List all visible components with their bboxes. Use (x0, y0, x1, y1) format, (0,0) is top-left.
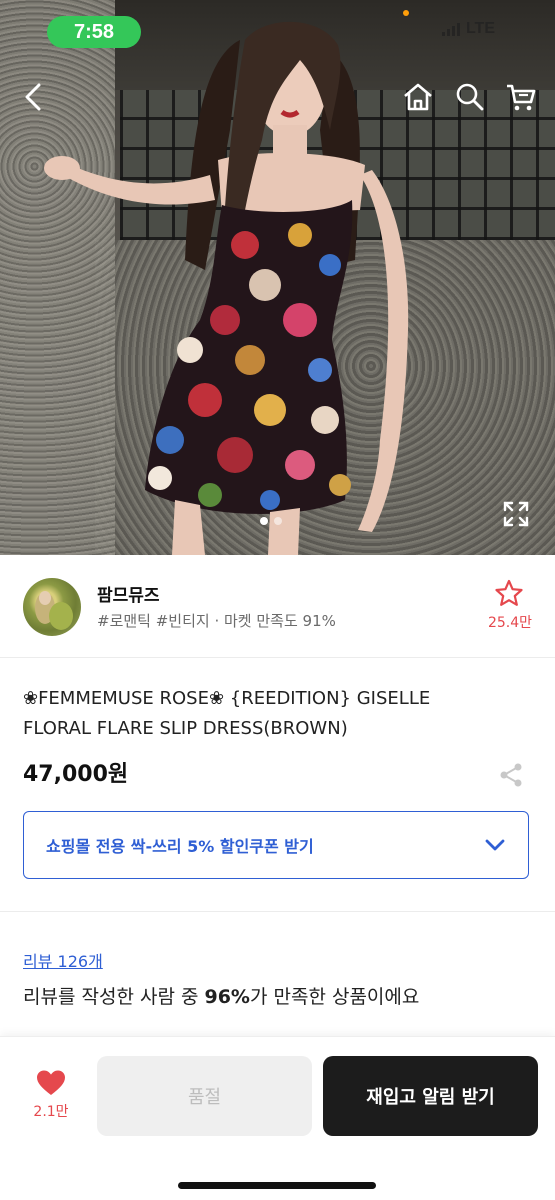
review-summary-suffix: 가 만족한 상품이에요 (249, 986, 420, 1008)
like-count: 2.1만 (33, 1104, 69, 1120)
status-network: LTE (441, 20, 495, 38)
search-icon[interactable] (453, 80, 487, 114)
network-type: LTE (465, 20, 495, 37)
product-title: ❀FEMMEMUSE ROSE❀ {REEDITION} GISELLE FLO… (23, 688, 431, 739)
home-indicator (178, 1182, 376, 1189)
chevron-left-icon[interactable] (16, 80, 50, 114)
seller-section[interactable]: 팜므뮤즈 #로맨틱 #빈티지 · 마켓 만족도 91% 25.4만 (0, 555, 555, 658)
home-icon[interactable] (401, 80, 435, 114)
product-info: ❀FEMMEMUSE ROSE❀ {REEDITION} GISELLE FLO… (0, 658, 555, 912)
gallery-dot-active (260, 517, 268, 525)
heart-icon[interactable] (36, 1069, 66, 1097)
seller-tags: #로맨틱 #빈티지 · 마켓 만족도 91% (97, 612, 336, 630)
review-summary-percent: 96% (204, 986, 250, 1008)
seller-avatar[interactable] (23, 578, 81, 636)
expand-icon[interactable] (502, 500, 530, 528)
star-icon[interactable] (494, 579, 526, 609)
share-icon[interactable] (498, 762, 524, 788)
product-image-gallery[interactable]: 7:58 LTE (0, 0, 555, 555)
coupon-button[interactable]: 쇼핑몰 전용 싹-쓰리 5% 할인쿠폰 받기 (23, 811, 529, 879)
favorite-count: 25.4만 (487, 615, 533, 631)
signal-icon (441, 22, 460, 36)
gallery-dot (274, 517, 282, 525)
review-count-link[interactable]: 리뷰 126개 (23, 948, 103, 972)
status-time: 7:58 (47, 16, 141, 48)
privacy-dot-icon (403, 10, 409, 16)
review-section: 리뷰 126개 리뷰를 작성한 사람 중 96%가 만족한 상품이에요 (0, 912, 555, 1036)
bottom-action-bar: 2.1만 품절 재입고 알림 받기 (0, 1036, 555, 1200)
restock-alert-button[interactable]: 재입고 알림 받기 (323, 1056, 538, 1136)
review-summary-prefix: 리뷰를 작성한 사람 중 (23, 986, 205, 1008)
seller-name[interactable]: 팜므뮤즈 (97, 581, 160, 606)
review-summary: 리뷰를 작성한 사람 중 96%가 만족한 상품이에요 (23, 982, 419, 1009)
soldout-button[interactable]: 품절 (97, 1056, 312, 1136)
gallery-indicator (260, 517, 282, 525)
product-price: 47,000원 (23, 762, 129, 787)
chevron-down-icon (484, 834, 506, 856)
cart-icon[interactable] (504, 80, 538, 114)
coupon-label: 쇼핑몰 전용 싹-쓰리 5% 할인쿠폰 받기 (46, 837, 314, 856)
